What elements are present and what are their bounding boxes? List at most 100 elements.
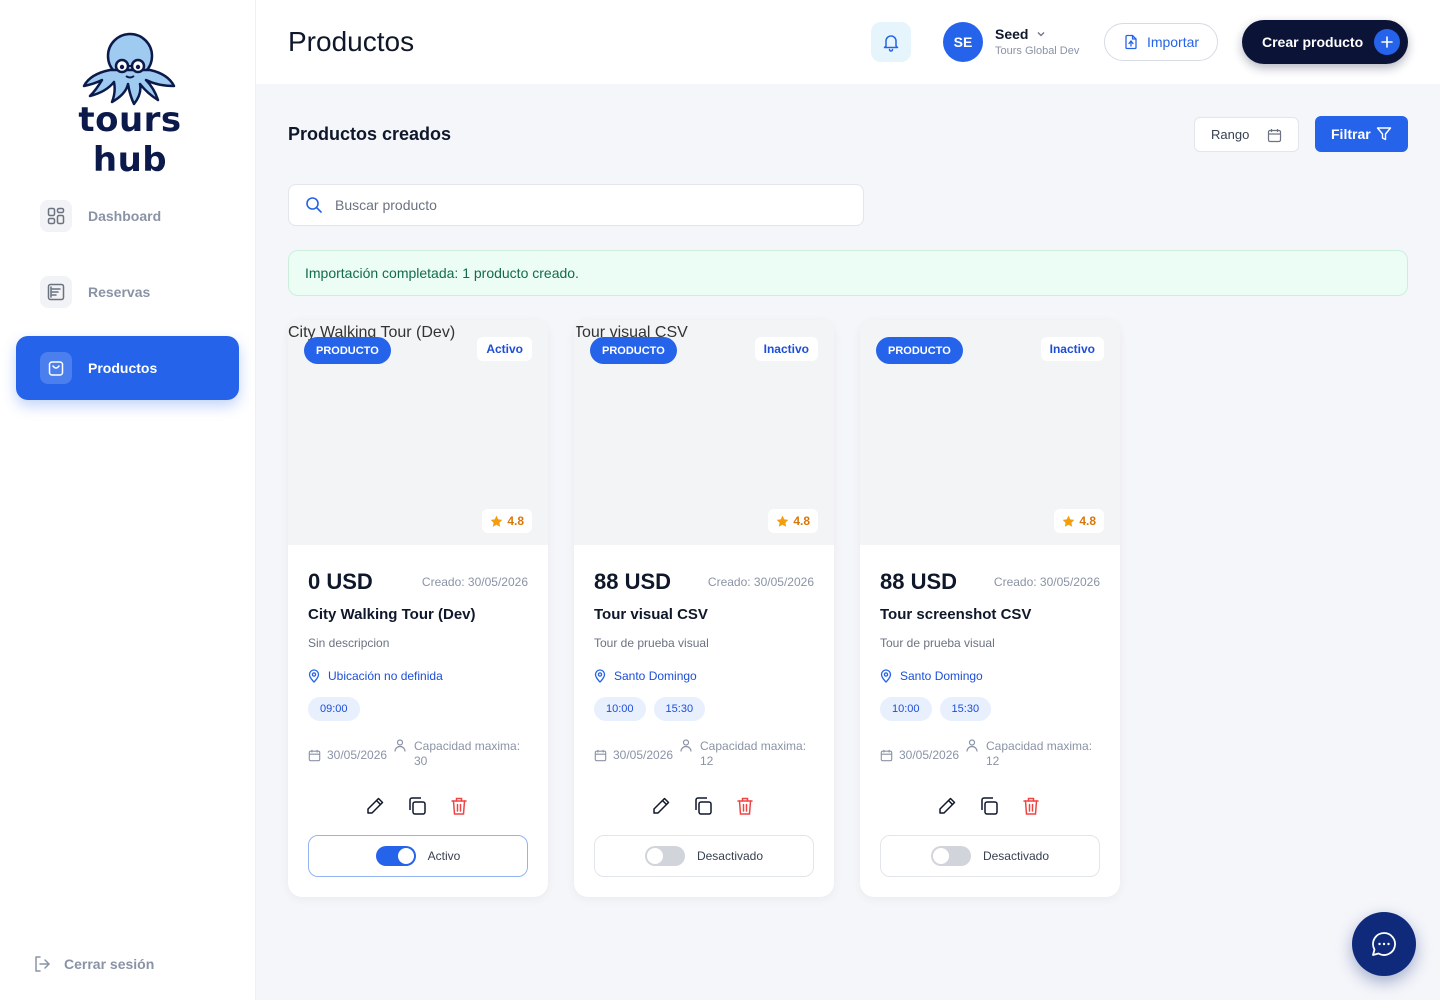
sidebar-item-dashboard[interactable]: Dashboard bbox=[16, 184, 239, 248]
user-icon bbox=[966, 739, 978, 752]
product-image: City Walking Tour (Dev) PRODUCTO Activo … bbox=[288, 320, 548, 545]
user-menu[interactable]: Seed bbox=[995, 26, 1046, 42]
dashboard-grid-icon bbox=[40, 200, 72, 232]
delete-button[interactable] bbox=[734, 795, 756, 817]
duplicate-button[interactable] bbox=[692, 795, 714, 817]
status-toggle[interactable]: Desactivado bbox=[594, 835, 814, 877]
trash-icon bbox=[451, 797, 467, 815]
date-range-button[interactable]: Rango bbox=[1194, 117, 1299, 152]
schedule-times: 10:00 15:30 bbox=[594, 697, 713, 721]
notifications-button[interactable] bbox=[871, 22, 911, 62]
map-pin-icon bbox=[880, 669, 892, 683]
product-location: Santo Domingo bbox=[594, 669, 697, 683]
toggle-label: Activo bbox=[427, 849, 461, 863]
logo-text: tours hub bbox=[78, 100, 182, 180]
edit-button[interactable] bbox=[364, 795, 386, 817]
created-date: Creado: 30/05/2026 bbox=[707, 575, 814, 589]
plus-icon bbox=[1374, 29, 1400, 55]
filter-funnel-icon bbox=[1376, 127, 1392, 141]
page-title: Productos bbox=[288, 26, 415, 57]
map-pin-icon bbox=[594, 669, 606, 683]
copy-icon bbox=[981, 797, 998, 815]
product-name: Tour visual CSV bbox=[594, 606, 708, 623]
capacity: Capacidad maxima: 30 bbox=[414, 739, 521, 768]
delete-button[interactable] bbox=[448, 795, 470, 817]
time-chip: 15:30 bbox=[939, 697, 992, 721]
calendar-icon bbox=[1267, 129, 1282, 143]
toggle-switch[interactable] bbox=[375, 846, 416, 866]
capacity: Capacidad maxima: 12 bbox=[986, 739, 1093, 768]
create-product-button[interactable]: Crear producto bbox=[1242, 20, 1408, 64]
user-avatar[interactable]: SE bbox=[943, 22, 983, 62]
rating-badge: 4.8 bbox=[482, 509, 532, 533]
trash-icon bbox=[737, 797, 753, 815]
product-meta: 30/05/2026 Capacidad maxima: 30 bbox=[308, 739, 528, 773]
time-chip: 10:00 bbox=[880, 697, 932, 721]
product-description: Tour de prueba visual bbox=[594, 636, 709, 650]
delete-button[interactable] bbox=[1020, 795, 1042, 817]
toggle-switch[interactable] bbox=[930, 846, 971, 866]
status-badge: Activo bbox=[477, 337, 532, 361]
tours-hub-logo[interactable]: tours hub bbox=[50, 30, 210, 180]
product-description: Sin descripcion bbox=[308, 636, 390, 650]
toggle-label: Desactivado bbox=[982, 849, 1050, 863]
toggle-switch[interactable] bbox=[644, 846, 685, 866]
pencil-icon bbox=[653, 797, 670, 814]
product-date-value: 30/05/2026 bbox=[327, 748, 388, 762]
card-actions bbox=[936, 795, 1046, 817]
pencil-icon bbox=[939, 797, 956, 814]
product-meta: 30/05/2026 Capacidad maxima: 12 bbox=[594, 739, 814, 773]
duplicate-button[interactable] bbox=[978, 795, 1000, 817]
product-card: Tour visual CSV PRODUCTO Inactivo 4.8 88… bbox=[574, 320, 834, 897]
user-icon bbox=[680, 739, 692, 752]
status-toggle[interactable]: Desactivado bbox=[880, 835, 1100, 877]
product-location: Santo Domingo bbox=[880, 669, 983, 683]
user-icon bbox=[394, 739, 406, 752]
import-label: Importar bbox=[1146, 34, 1200, 50]
product-image: PRODUCTO Inactivo 4.8 bbox=[860, 320, 1120, 545]
product-type-badge: PRODUCTO bbox=[590, 337, 677, 364]
trash-icon bbox=[1023, 797, 1039, 815]
product-price: 88 USD bbox=[880, 569, 958, 594]
search-input[interactable] bbox=[335, 197, 835, 213]
sidebar-item-reservas[interactable]: Reservas bbox=[16, 260, 239, 324]
location-label: Ubicación no definida bbox=[328, 669, 443, 683]
date-range-label: Rango bbox=[1211, 127, 1250, 142]
product-meta: 30/05/2026 Capacidad maxima: 12 bbox=[880, 739, 1100, 773]
logout-icon bbox=[35, 956, 50, 972]
created-date: Creado: 30/05/2026 bbox=[993, 575, 1100, 589]
star-icon bbox=[490, 515, 503, 527]
product-date: 30/05/2026 bbox=[880, 748, 959, 762]
sidebar-item-productos[interactable]: Productos bbox=[16, 336, 239, 400]
calendar-icon bbox=[880, 749, 893, 761]
logout-button[interactable]: Cerrar sesión bbox=[32, 954, 154, 974]
import-button[interactable]: Importar bbox=[1104, 23, 1218, 61]
product-image: Tour visual CSV PRODUCTO Inactivo 4.8 bbox=[574, 320, 834, 545]
octopus-logo-icon bbox=[82, 32, 176, 106]
schedule-times: 09:00 bbox=[308, 697, 368, 721]
top-header: Productos SE Seed Tours Global Dev Impor… bbox=[256, 0, 1440, 84]
rating-value: 4.8 bbox=[507, 514, 524, 528]
section-title: Productos creados bbox=[288, 124, 452, 144]
user-name: Seed bbox=[995, 26, 1029, 42]
card-actions bbox=[364, 795, 474, 817]
search-icon bbox=[306, 197, 322, 213]
edit-button[interactable] bbox=[936, 795, 958, 817]
user-organization: Tours Global Dev bbox=[995, 45, 1080, 57]
create-product-label: Crear producto bbox=[1262, 34, 1364, 50]
product-description: Tour de prueba visual bbox=[880, 636, 995, 650]
time-chip: 15:30 bbox=[653, 697, 706, 721]
schedule-times: 10:00 15:30 bbox=[880, 697, 999, 721]
edit-button[interactable] bbox=[650, 795, 672, 817]
rating-value: 4.8 bbox=[793, 514, 810, 528]
card-actions bbox=[650, 795, 760, 817]
duplicate-button[interactable] bbox=[406, 795, 428, 817]
pencil-icon bbox=[367, 797, 384, 814]
chat-button[interactable] bbox=[1352, 912, 1416, 976]
product-name: Tour screenshot CSV bbox=[880, 606, 1032, 623]
product-price: 0 USD bbox=[308, 569, 373, 594]
rating-badge: 4.8 bbox=[768, 509, 818, 533]
status-toggle[interactable]: Activo bbox=[308, 835, 528, 877]
filter-button[interactable]: Filtrar bbox=[1315, 116, 1408, 152]
product-type-badge: PRODUCTO bbox=[304, 337, 391, 364]
